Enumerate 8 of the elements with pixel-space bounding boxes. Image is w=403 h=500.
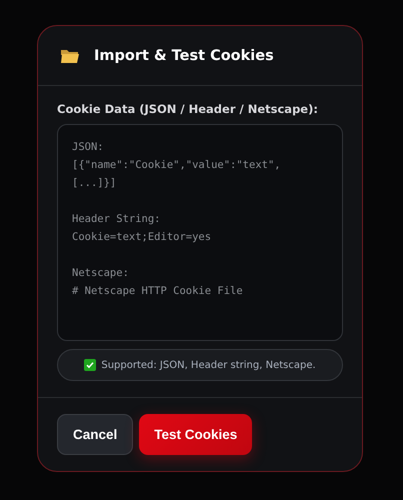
field-label: Cookie Data (JSON / Header / Netscape): xyxy=(57,102,319,116)
dialog-title: Import & Test Cookies xyxy=(94,48,274,64)
check-icon xyxy=(84,359,96,371)
hint-text: Supported: JSON, Header string, Netscape. xyxy=(101,360,316,370)
cancel-button[interactable]: Cancel xyxy=(57,414,134,455)
folder-icon xyxy=(60,48,80,64)
cookie-data-field[interactable]: JSON: [{"name":"Cookie","value":"text", [...]}] Header String: Cookie=text;Editor=yes Netscape: # Netscape HTTP Cookie File xyxy=(57,124,343,341)
test-cookies-button[interactable]: Test Cookies xyxy=(139,414,252,455)
